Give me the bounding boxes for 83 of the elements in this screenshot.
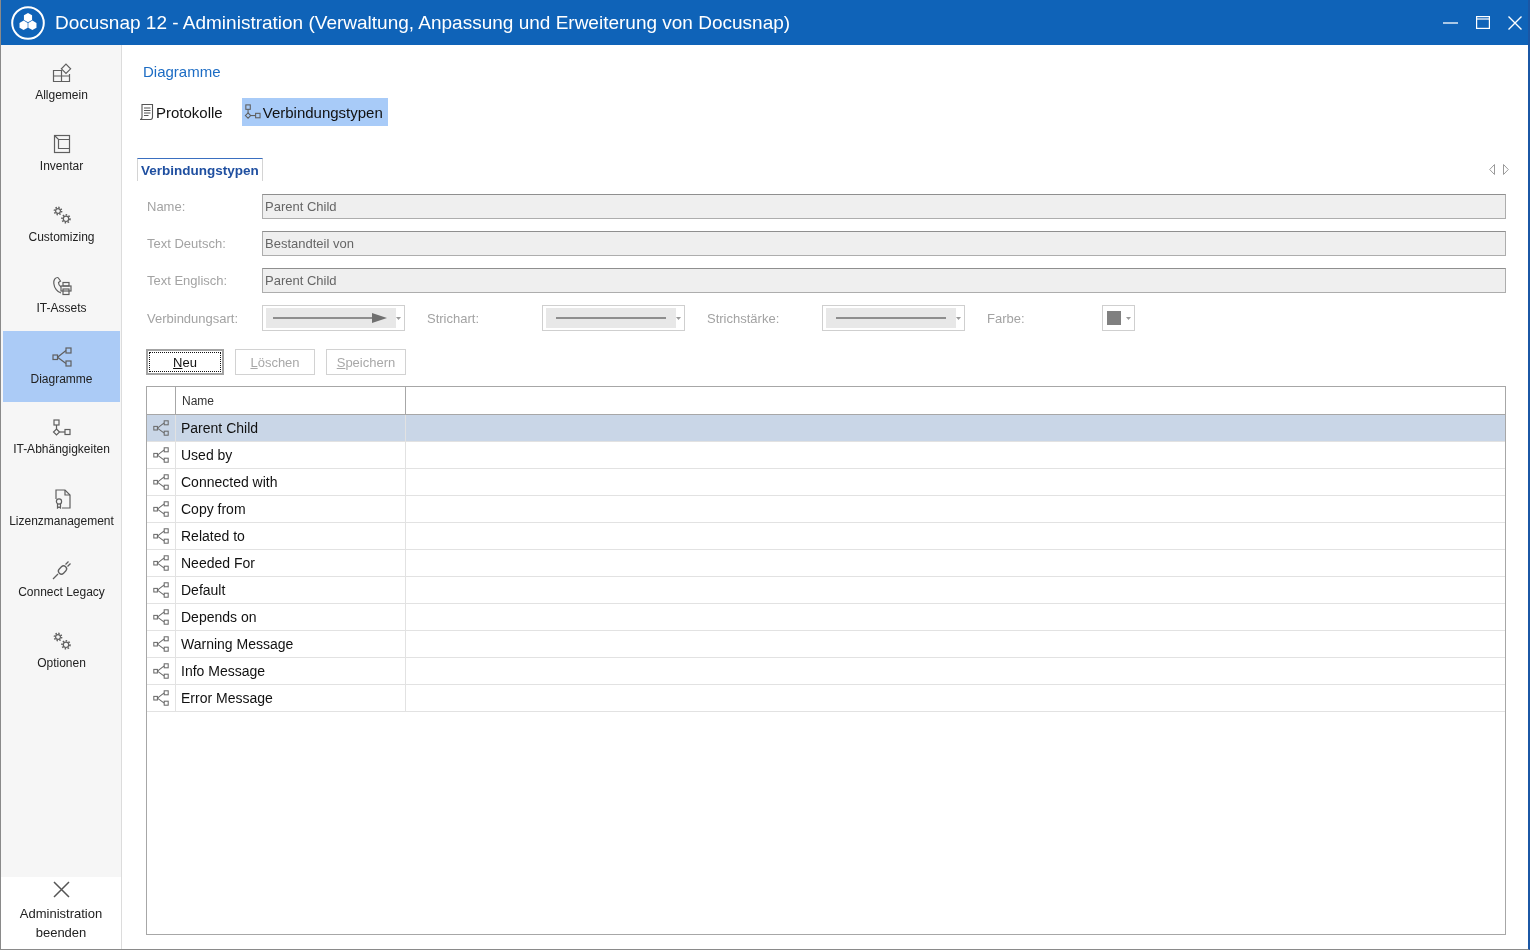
field-label: Text Deutsch: — [147, 236, 227, 251]
window-title: Docusnap 12 - Administration (Verwaltung, Anpassung und Erweiterung von Docusnap) — [55, 11, 791, 34]
table-cell: Default — [176, 577, 406, 603]
column-header[interactable]: Name — [176, 387, 406, 414]
gears-icon — [51, 205, 72, 225]
nodes-icon — [153, 420, 169, 436]
caret-icon — [396, 316, 401, 320]
table-cell: Warning Message — [176, 631, 406, 657]
nodes-icon — [153, 528, 169, 544]
sidebar-item[interactable]: Diagramme — [3, 331, 120, 402]
close-icon[interactable] — [1508, 15, 1522, 30]
right-arrow-icon[interactable] — [1503, 164, 1509, 175]
grid-icon — [51, 63, 72, 83]
caret-icon — [956, 316, 961, 320]
sidebar-item[interactable]: Optionen — [3, 615, 120, 686]
sidebar-item[interactable]: IT-Abhängigkeiten — [3, 402, 120, 473]
table-cell: Info Message — [176, 658, 406, 684]
dropdown[interactable] — [1102, 305, 1135, 331]
toolbar-button[interactable]: Verbindungstypen — [241, 98, 388, 126]
sidebar-item[interactable]: Inventar — [3, 118, 120, 189]
dropdown[interactable] — [542, 305, 685, 331]
table-row[interactable]: Parent Child — [147, 415, 1505, 442]
table-cell: Copy from — [176, 496, 406, 522]
sidebar-item[interactable]: Customizing — [3, 189, 120, 260]
field-label: Farbe: — [987, 310, 1026, 326]
table-row[interactable]: Needed For — [147, 550, 1505, 577]
tab[interactable]: Verbindungstypen — [137, 158, 263, 181]
minimize-icon[interactable] — [1443, 21, 1458, 24]
field-label: Strichart: — [427, 310, 480, 326]
caret-icon — [1126, 316, 1131, 320]
box-icon — [52, 134, 71, 154]
caret-icon — [676, 316, 681, 320]
table-cell: Related to — [176, 523, 406, 549]
field-label: Text Englisch: — [147, 273, 229, 288]
nodes-icon — [153, 474, 169, 490]
dropdown[interactable] — [262, 305, 405, 331]
field-label: Verbindungsart: — [147, 310, 240, 326]
sidebar-item[interactable]: IT-Assets — [3, 260, 120, 331]
table-cell: Parent Child — [176, 415, 406, 441]
nodes-icon — [153, 447, 169, 463]
nodes-icon — [153, 663, 169, 679]
table-cell: Error Message — [176, 685, 406, 711]
table-row[interactable]: Copy from — [147, 496, 1505, 523]
table-cell: Connected with — [176, 469, 406, 495]
table-row[interactable]: Error Message — [147, 685, 1505, 712]
table-row[interactable]: Default — [147, 577, 1505, 604]
nodes-icon — [153, 690, 169, 706]
table-cell: Depends on — [176, 604, 406, 630]
left-arrow-icon[interactable] — [1489, 164, 1495, 175]
field-label: Name: — [147, 199, 187, 214]
dropdown[interactable] — [822, 305, 965, 331]
button[interactable]: Neu — [146, 349, 224, 375]
nodes-icon — [153, 609, 169, 625]
cross-icon — [52, 881, 70, 898]
plug-icon — [51, 560, 72, 580]
nodes-icon — [153, 582, 169, 598]
nodes-icon — [153, 501, 169, 517]
table-row[interactable]: Related to — [147, 523, 1505, 550]
logo-icon — [11, 5, 45, 40]
gears-icon — [51, 631, 72, 651]
maximize-icon[interactable] — [1476, 16, 1490, 29]
table-row[interactable]: Depends on — [147, 604, 1505, 631]
sidebar-item[interactable]: Connect Legacy — [3, 544, 120, 615]
table-row[interactable]: Connected with — [147, 469, 1505, 496]
nodes-icon — [153, 636, 169, 652]
table-row[interactable]: Warning Message — [147, 631, 1505, 658]
breadcrumb-link[interactable]: Diagramme — [143, 62, 221, 81]
sidebar-item[interactable]: Lizenzmanagement — [3, 473, 120, 544]
field-label: Strichstärke: — [707, 310, 781, 326]
toolbar-button[interactable]: Protokolle — [136, 98, 228, 126]
table-row[interactable]: Used by — [147, 442, 1505, 469]
nodes-icon — [153, 555, 169, 571]
table-row[interactable]: Info Message — [147, 658, 1505, 685]
sidebar-item[interactable]: Allgemein — [3, 47, 120, 118]
table-cell: Used by — [176, 442, 406, 468]
phone-printer-icon — [51, 276, 72, 296]
scroll-icon — [138, 103, 154, 121]
flowchart-icon — [243, 104, 261, 120]
flowchart-icon — [52, 419, 71, 437]
certificate-icon — [52, 489, 71, 509]
nodes-icon — [51, 347, 72, 367]
exit-button[interactable]: Administration beenden — [1, 877, 121, 949]
table-cell: Needed For — [176, 550, 406, 576]
